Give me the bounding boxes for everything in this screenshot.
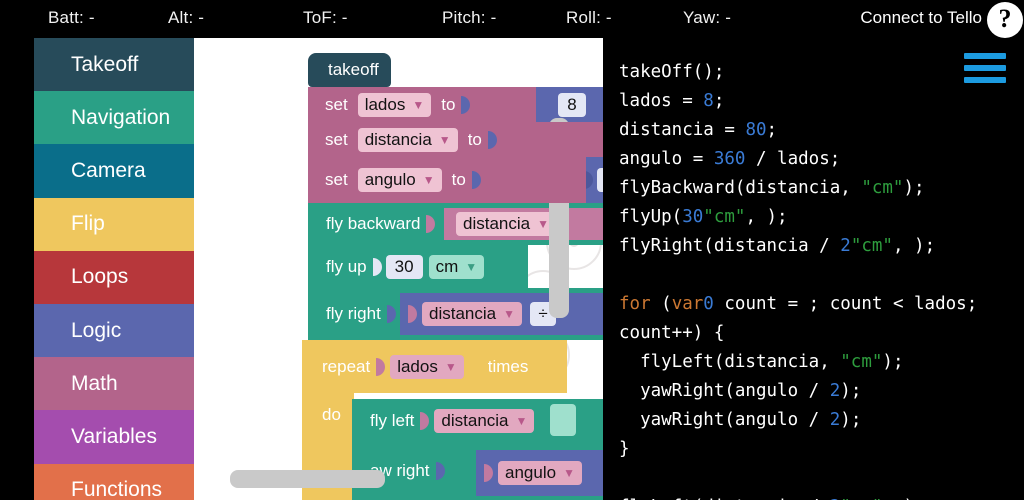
sidebar-item-loops[interactable]: Loops xyxy=(34,250,194,304)
sidebar-item-navigation[interactable]: Navigation xyxy=(34,91,194,145)
code-panel[interactable]: takeOff(); lados = 8; distancia = 80; an… xyxy=(603,38,1024,500)
variable-dropdown-distancia[interactable]: distancia ▼ xyxy=(434,408,535,433)
chevron-down-icon: ▼ xyxy=(537,217,549,231)
chevron-down-icon: ▼ xyxy=(465,259,478,274)
telemetry-tof: ToF: - xyxy=(303,8,348,27)
telemetry-roll: Roll: - xyxy=(566,8,612,27)
block-variable-distancia-1[interactable]: distancia ▼ xyxy=(444,208,603,240)
sidebar-item-camera[interactable]: Camera xyxy=(34,144,194,198)
sidebar-item-flip[interactable]: Flip xyxy=(34,197,194,251)
to-label: to xyxy=(467,129,482,149)
block-takeoff-label: takeoff xyxy=(328,60,379,79)
telemetry-pitch: Pitch: - xyxy=(442,8,497,27)
sidebar-item-label: Variables xyxy=(71,424,157,448)
telemetry-alt: Alt: - xyxy=(168,8,205,27)
block-math-divide-distancia[interactable]: distancia ▼ ÷ xyxy=(400,293,603,335)
sidebar-item-logic[interactable]: Logic xyxy=(34,303,194,358)
sidebar-item-label: Navigation xyxy=(71,105,171,129)
variable-dropdown-distancia[interactable]: distancia ▼ xyxy=(456,212,556,236)
help-icon[interactable]: ? xyxy=(987,2,1023,38)
to-label: to xyxy=(441,94,456,114)
block-set-distancia[interactable]: set distancia ▼ to xyxy=(308,122,603,157)
variable-dropdown-distancia[interactable]: distancia ▼ xyxy=(422,302,522,326)
sidebar-item-takeoff[interactable]: Takeoff xyxy=(34,38,194,92)
sidebar-item-functions[interactable]: Functions xyxy=(34,463,194,500)
sidebar-item-math[interactable]: Math xyxy=(34,357,194,411)
number-field-360[interactable]: 360 xyxy=(597,168,603,192)
times-label: times xyxy=(487,356,529,376)
chevron-down-icon: ▼ xyxy=(412,97,425,112)
number-field-8[interactable]: 8 xyxy=(558,92,586,117)
generated-code: takeOff(); lados = 8; distancia = 80; an… xyxy=(619,62,978,500)
sidebar-item-label: Takeoff xyxy=(71,52,139,76)
block-takeoff[interactable]: takeoff xyxy=(308,53,391,92)
chevron-down-icon: ▼ xyxy=(503,307,515,321)
sidebar-item-label: Camera xyxy=(71,158,146,182)
sidebar-item-label: Math xyxy=(71,371,118,395)
toolbox-sidebar[interactable]: Takeoff Navigation Camera Flip Loops Log… xyxy=(34,38,194,500)
block-fly-up[interactable]: fly up 30 cm ▼ xyxy=(308,245,528,288)
do-label: do xyxy=(322,405,341,424)
sidebar-item-label: Functions xyxy=(71,478,163,500)
chevron-down-icon: ▼ xyxy=(438,132,451,147)
sidebar-item-label: Logic xyxy=(71,318,122,342)
fly-up-label: fly up xyxy=(326,256,367,276)
chevron-down-icon: ▼ xyxy=(563,466,575,480)
repeat-label: repeat xyxy=(322,356,371,376)
chevron-down-icon: ▼ xyxy=(444,359,457,374)
app-root: Batt: - Alt: - ToF: - Pitch: - Roll: - Y… xyxy=(0,0,1024,500)
to-label: to xyxy=(451,170,466,189)
block-unit-tail[interactable] xyxy=(550,404,576,436)
variable-dropdown-lados[interactable]: lados ▼ xyxy=(357,92,432,117)
workspace-horizontal-scrollbar[interactable] xyxy=(230,470,385,488)
fly-right-label: fly right xyxy=(326,304,381,323)
connect-to-tello-button[interactable]: Connect to Tello xyxy=(860,8,982,28)
sidebar-item-label: Flip xyxy=(71,212,105,236)
number-field-30[interactable]: 30 xyxy=(385,254,423,279)
block-set-angulo[interactable]: set angulo ▼ to xyxy=(308,157,586,203)
telemetry-batt: Batt: - xyxy=(48,8,95,27)
telemetry-yaw: Yaw: - xyxy=(683,8,732,27)
block-number-8[interactable]: 8 xyxy=(536,87,603,122)
block-repeat[interactable]: repeat lados ▼ times xyxy=(302,340,567,393)
variable-dropdown-distancia[interactable]: distancia ▼ xyxy=(357,127,458,152)
variable-dropdown-angulo[interactable]: angulo ▼ xyxy=(357,168,442,192)
set-label: set xyxy=(325,94,348,114)
sidebar-item-variables[interactable]: Variables xyxy=(34,410,194,464)
variable-dropdown-lados[interactable]: lados ▼ xyxy=(390,354,464,379)
blockly-workspace[interactable]: takeoff set lados ▼ to 8 set distancia ▼… xyxy=(194,38,603,500)
fly-left-label: fly left xyxy=(370,410,415,430)
block-math-angulo[interactable]: angulo ▼ xyxy=(476,450,603,496)
set-label: set xyxy=(325,170,348,189)
variable-dropdown-angulo[interactable]: angulo ▼ xyxy=(498,461,582,485)
chevron-down-icon: ▼ xyxy=(422,173,435,187)
status-bar: Batt: - Alt: - ToF: - Pitch: - Roll: - Y… xyxy=(0,0,1024,38)
unit-dropdown-cm[interactable]: cm ▼ xyxy=(428,254,485,279)
fly-backward-label: fly backward xyxy=(326,214,421,233)
sidebar-item-label: Loops xyxy=(71,265,129,289)
chevron-down-icon: ▼ xyxy=(515,413,528,428)
set-label: set xyxy=(325,129,348,149)
